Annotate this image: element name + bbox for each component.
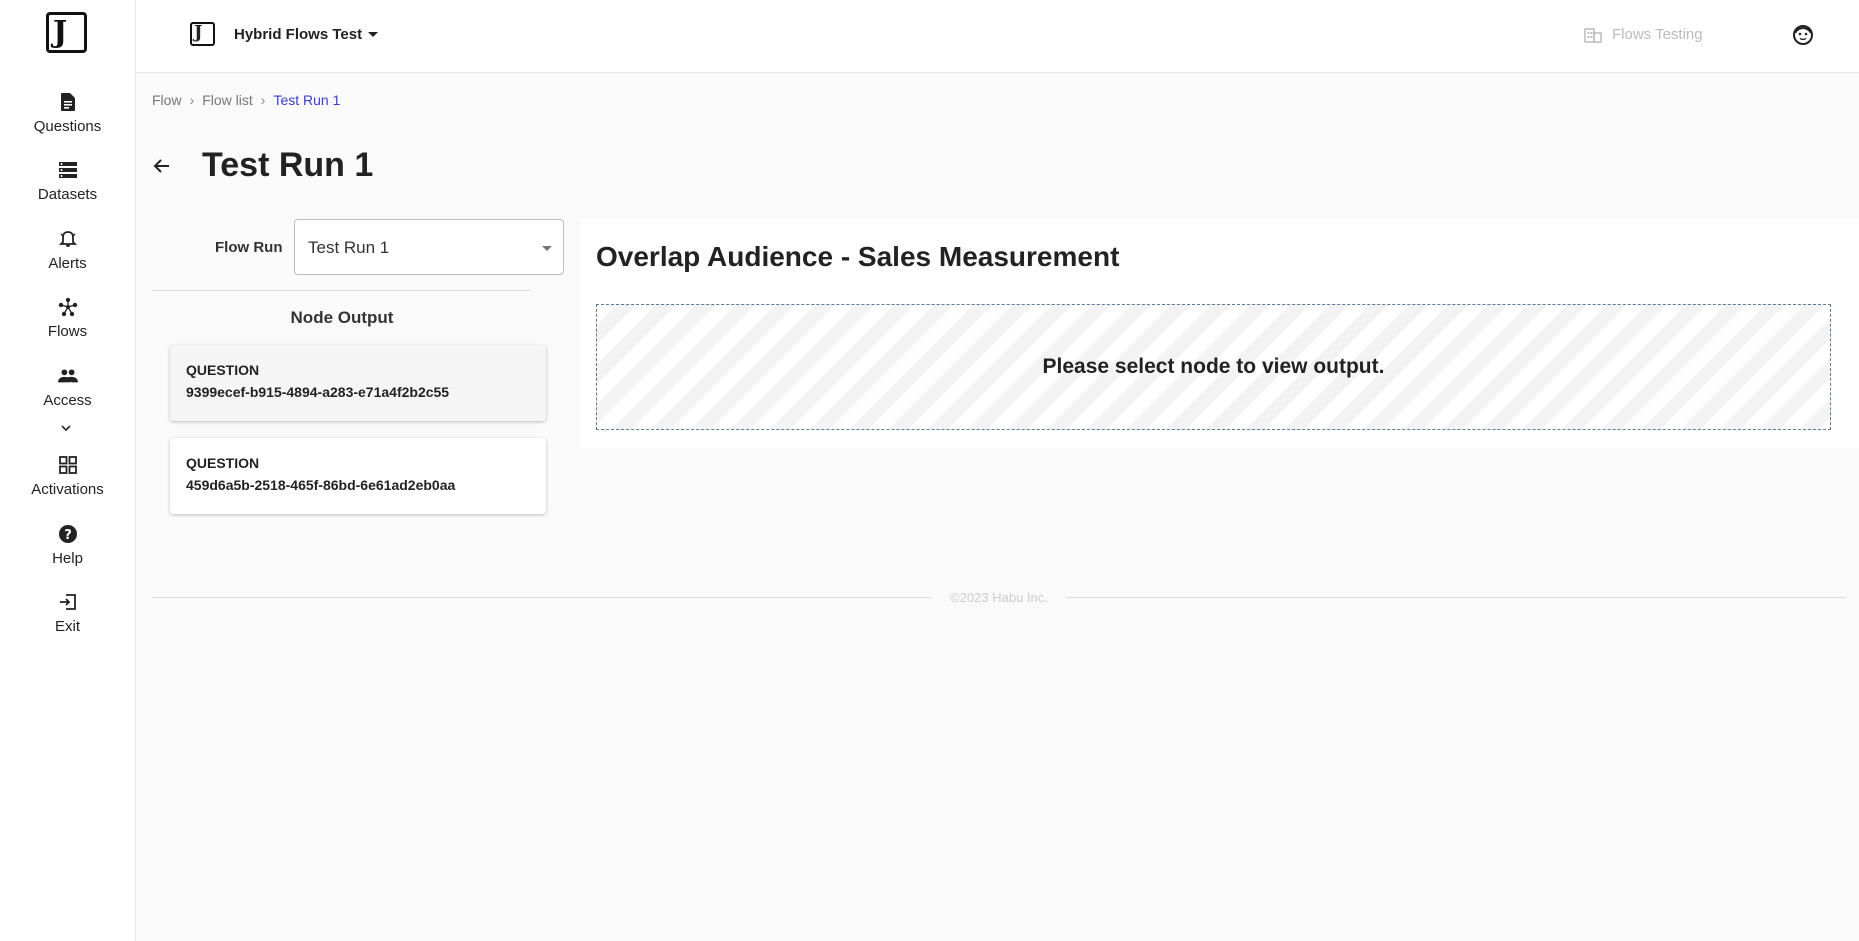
sidebar-item-flows[interactable]: Flows [0, 297, 135, 340]
output-placeholder: Please select node to view output. [596, 304, 1831, 430]
sidebar-item-datasets[interactable]: Datasets [0, 160, 135, 203]
sidebar-item-label: Alerts [48, 255, 87, 272]
divider [152, 290, 530, 291]
workspace-indicator[interactable]: Flows Testing [1584, 26, 1703, 43]
dropdown-arrow-icon [542, 246, 552, 251]
breadcrumb-flow-list[interactable]: Flow list [202, 92, 253, 108]
flows-icon [58, 297, 78, 317]
footer-divider [152, 597, 932, 598]
top-bar: J Hybrid Flows Test Flows Testing [136, 0, 1859, 73]
sidebar: J Questions Datasets Alerts Flows Access [0, 0, 136, 941]
people-icon [57, 366, 78, 386]
document-icon [58, 92, 78, 112]
exit-icon [58, 592, 78, 612]
building-icon [1584, 27, 1602, 43]
sidebar-item-exit[interactable]: Exit [0, 592, 135, 635]
grid-icon [58, 455, 78, 475]
org-name: Hybrid Flows Test [234, 26, 363, 43]
sidebar-item-label: Datasets [37, 186, 98, 203]
node-card[interactable]: QUESTION 9399ecef-b915-4894-a283-e71a4f2… [170, 345, 546, 421]
sidebar-item-label: Flows [47, 323, 88, 340]
sidebar-item-label: Activations [31, 481, 104, 498]
user-avatar-icon[interactable] [1792, 24, 1814, 46]
output-panel: Overlap Audience - Sales Measurement Ple… [580, 219, 1859, 448]
node-id: 9399ecef-b915-4894-a283-e71a4f2b2c55 [186, 384, 450, 400]
sidebar-item-label: Help [52, 550, 83, 567]
breadcrumb-flow[interactable]: Flow [152, 92, 182, 108]
node-card[interactable]: QUESTION 459d6a5b-2518-465f-86bd-6e61ad2… [170, 438, 546, 514]
sidebar-item-activations[interactable]: Activations [0, 455, 135, 498]
output-panel-title: Overlap Audience - Sales Measurement [596, 241, 1120, 272]
org-switcher[interactable]: Hybrid Flows Test [234, 26, 379, 43]
sidebar-item-access[interactable]: Access [0, 366, 135, 409]
breadcrumb: Flow › Flow list › Test Run 1 [152, 92, 340, 108]
breadcrumb-separator: › [260, 92, 266, 108]
flow-run-label: Flow Run [215, 239, 283, 256]
help-icon: ? [58, 524, 78, 544]
placeholder-text: Please select node to view output. [1042, 355, 1385, 378]
sidebar-item-label: Exit [54, 618, 80, 635]
flow-run-select[interactable]: Test Run 1 [294, 219, 564, 275]
bell-icon [58, 229, 78, 249]
breadcrumb-separator: › [189, 92, 195, 108]
org-logo: J [190, 22, 215, 46]
workspace-name: Flows Testing [1612, 26, 1703, 43]
svg-text:?: ? [64, 528, 72, 543]
sidebar-item-help[interactable]: ? Help [0, 524, 135, 567]
sidebar-item-label: Access [43, 392, 92, 409]
list-icon [58, 160, 78, 180]
page-title: Test Run 1 [202, 146, 374, 184]
node-type: QUESTION [186, 455, 260, 471]
caret-down-icon [368, 32, 379, 37]
footer-divider [1066, 597, 1846, 598]
flow-run-selected-value: Test Run 1 [308, 238, 390, 257]
node-type: QUESTION [186, 362, 260, 378]
app-logo[interactable]: J [46, 12, 87, 53]
chevron-down-icon[interactable] [58, 420, 74, 436]
sidebar-item-label: Questions [33, 118, 102, 135]
sidebar-item-alerts[interactable]: Alerts [0, 229, 135, 272]
node-output-title: Node Output [290, 308, 394, 327]
back-arrow-icon[interactable] [152, 156, 172, 176]
node-id: 459d6a5b-2518-465f-86bd-6e61ad2eb0aa [186, 477, 456, 493]
footer-copyright: ©2023 Habu Inc. [950, 590, 1048, 605]
sidebar-item-questions[interactable]: Questions [0, 92, 135, 135]
breadcrumb-current[interactable]: Test Run 1 [273, 92, 340, 108]
